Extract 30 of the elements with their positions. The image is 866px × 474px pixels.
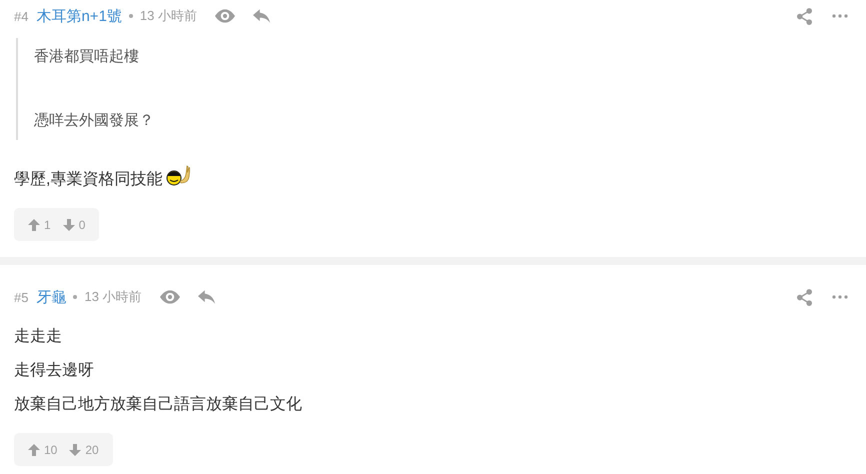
post-time: 13 小時前 — [84, 288, 142, 306]
separator-dot — [128, 14, 133, 18]
share-icon[interactable] — [797, 8, 812, 24]
quote-text: 香港都買唔起樓 — [34, 47, 140, 67]
upvote-button[interactable]: 10 — [28, 442, 58, 456]
post-time: 13 小時前 — [140, 7, 197, 25]
downvote-button[interactable]: 20 — [69, 442, 99, 456]
more-icon[interactable] — [832, 295, 848, 299]
post-text: 放棄自己地方放棄自己語言放棄自己文化 — [14, 394, 302, 414]
post-text: 學歷,專業資格同技能 — [14, 170, 162, 190]
upvote-button[interactable]: 1 — [28, 218, 51, 232]
reply-icon[interactable] — [198, 290, 215, 304]
post-number: #5 — [14, 290, 28, 304]
arrow-down-icon — [62, 218, 75, 230]
post-number: #4 — [14, 8, 28, 24]
reply-icon[interactable] — [253, 9, 270, 23]
downvote-button[interactable]: 0 — [62, 218, 86, 232]
author-name[interactable]: 牙龜 — [36, 288, 66, 306]
quote-text: 憑咩去外國發展？ — [34, 111, 155, 131]
arrow-down-icon — [69, 444, 82, 456]
author-name[interactable]: 木耳第n+1號 — [36, 6, 122, 26]
arrow-up-icon — [28, 444, 40, 456]
eye-icon[interactable] — [215, 9, 235, 23]
eye-icon[interactable] — [160, 290, 180, 304]
more-icon[interactable] — [832, 14, 848, 18]
arrow-up-icon — [28, 218, 40, 230]
separator-dot — [73, 295, 78, 299]
share-icon[interactable] — [797, 288, 812, 306]
post-text: 走得去邊呀 — [14, 360, 94, 380]
post-text: 走走走 — [14, 326, 62, 346]
